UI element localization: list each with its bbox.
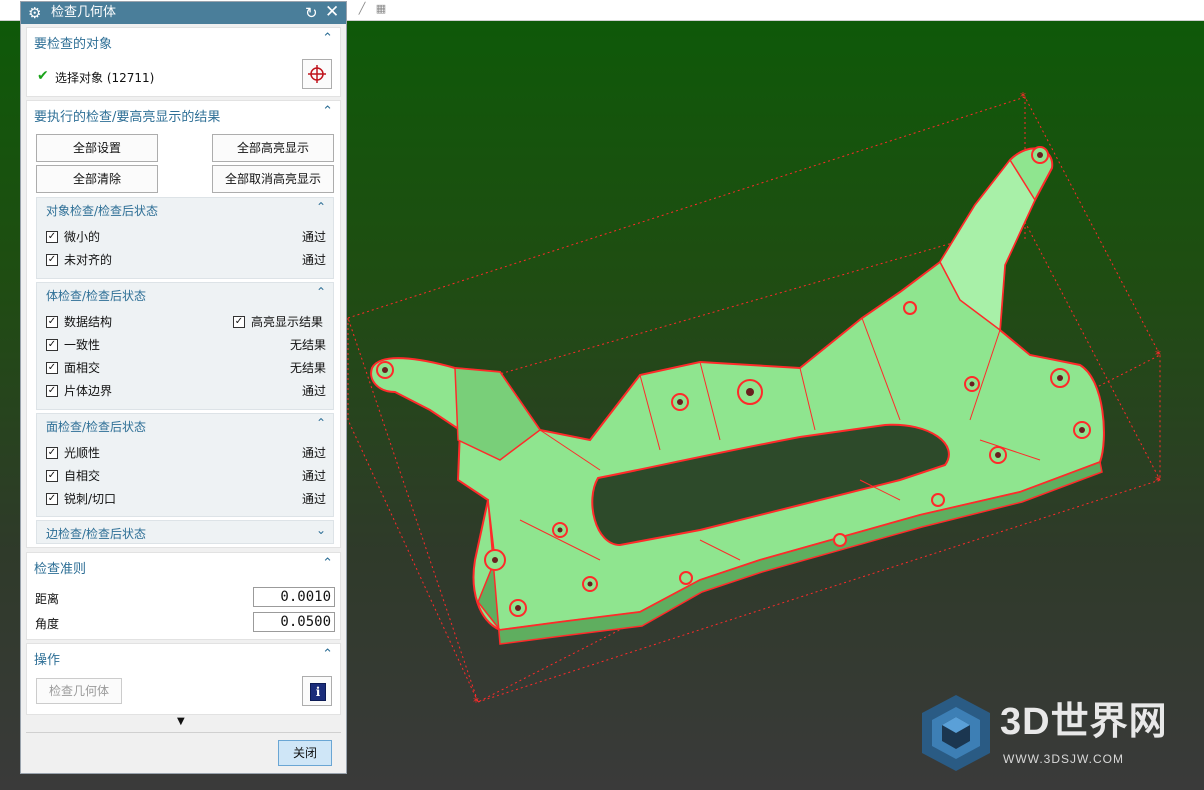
check-row-data-structure[interactable]: ✓ 数据结构 ✓ 高亮显示结果 xyxy=(46,315,326,331)
gear-icon: ⚙ xyxy=(28,4,42,22)
check-label: 微小的 xyxy=(64,230,101,244)
checkbox[interactable]: ✓ xyxy=(46,493,58,505)
check-row-sheet-boundary[interactable]: ✓ 片体边界 通过 xyxy=(46,384,326,400)
close-button[interactable]: 关闭 xyxy=(278,740,332,766)
criteria-section: 检查准则 ⌃ 距离 0.0010 角度 0.0500 xyxy=(26,552,341,640)
chevron-up-icon[interactable]: ⌃ xyxy=(322,647,333,662)
check-label: 面相交 xyxy=(64,361,101,375)
section-title: 检查准则 xyxy=(34,562,87,577)
check-label: 锐刺/切口 xyxy=(64,492,117,506)
select-objects-section: 要检查的对象 ⌃ ✔ 选择对象 (12711) xyxy=(26,27,341,97)
check-label: 未对齐的 xyxy=(64,253,113,267)
check-status: 通过 xyxy=(301,230,326,244)
select-object-button[interactable] xyxy=(302,59,332,89)
check-label: 一致性 xyxy=(64,338,101,352)
unhighlight-all-button[interactable]: 全部取消高亮显示 xyxy=(212,165,334,193)
group-title: 对象检查/检查后状态 xyxy=(46,204,159,218)
check-label: 片体边界 xyxy=(64,384,113,398)
group-title: 面检查/检查后状态 xyxy=(46,420,147,434)
chevron-up-icon[interactable]: ⌃ xyxy=(322,31,333,46)
clear-all-button[interactable]: 全部清除 xyxy=(36,165,158,193)
check-status: 通过 xyxy=(301,253,326,267)
angle-label: 角度 xyxy=(35,617,60,631)
dialog-title-bar[interactable]: ⚙ 检查几何体 ↻ ✕ xyxy=(21,2,346,24)
checkbox[interactable]: ✓ xyxy=(46,447,58,459)
angle-field[interactable]: 0.0500 xyxy=(253,612,335,632)
check-label: 自相交 xyxy=(64,469,101,483)
brand-name: 3D世界网 xyxy=(1000,701,1168,743)
checkbox[interactable]: ✓ xyxy=(46,362,58,374)
distance-label: 距离 xyxy=(35,592,60,606)
info-icon: i xyxy=(310,683,326,701)
chevron-up-icon[interactable]: ⌃ xyxy=(316,200,326,214)
svg-text:*: * xyxy=(473,695,479,709)
highlight-results-label: 高亮显示结果 xyxy=(251,315,324,329)
check-label: 数据结构 xyxy=(64,315,113,329)
info-button[interactable]: i xyxy=(302,676,332,706)
checkbox[interactable]: ✓ xyxy=(46,231,58,243)
check-geometry-button[interactable]: 检查几何体 xyxy=(36,678,122,704)
chevron-up-icon[interactable]: ⌃ xyxy=(322,556,333,571)
svg-text:*: * xyxy=(1155,474,1161,488)
section-title: 要执行的检查/要高亮显示的结果 xyxy=(34,110,221,125)
distance-field[interactable]: 0.0010 xyxy=(253,587,335,607)
body-checks-group: 体检查/检查后状态 ⌃ ✓ 数据结构 ✓ 高亮显示结果 ✓ 一致性 无结果 ✓ … xyxy=(36,282,334,410)
check-status: 无结果 xyxy=(289,338,326,352)
checkbox[interactable]: ✓ xyxy=(46,339,58,351)
chevron-up-icon[interactable]: ⌃ xyxy=(316,416,326,430)
chevron-up-icon[interactable]: ⌃ xyxy=(322,104,333,119)
chevron-up-icon[interactable]: ⌃ xyxy=(316,285,326,299)
crosshair-icon xyxy=(308,65,326,83)
checks-section: 要执行的检查/要高亮显示的结果 ⌃ 全部设置 全部高亮显示 全部清除 全部取消高… xyxy=(26,100,341,548)
group-title: 边检查/检查后状态 xyxy=(46,527,147,541)
check-row-tiny[interactable]: ✓ 微小的 通过 xyxy=(46,230,326,246)
chevron-down-icon[interactable]: ⌄ xyxy=(316,523,326,537)
selection-label: 选择对象 (12711) xyxy=(55,71,155,85)
group-title: 体检查/检查后状态 xyxy=(46,289,147,303)
set-all-button[interactable]: 全部设置 xyxy=(36,134,158,162)
check-row-smoothness[interactable]: ✓ 光顺性 通过 xyxy=(46,446,326,462)
checkmark-icon: ✔ xyxy=(37,68,49,84)
check-row-misaligned[interactable]: ✓ 未对齐的 通过 xyxy=(46,253,326,269)
divider xyxy=(26,732,341,733)
close-icon[interactable]: ✕ xyxy=(325,3,339,22)
check-row-spikes-cuts[interactable]: ✓ 锐刺/切口 通过 xyxy=(46,492,326,508)
checkbox[interactable]: ✓ xyxy=(46,316,58,328)
expand-arrow-icon[interactable]: ▼ xyxy=(177,716,185,727)
brand-logo xyxy=(922,695,990,771)
check-row-face-intersect[interactable]: ✓ 面相交 无结果 xyxy=(46,361,326,377)
check-label: 光顺性 xyxy=(64,446,101,460)
checkbox[interactable]: ✓ xyxy=(46,254,58,266)
check-status: 通过 xyxy=(301,446,326,460)
highlight-results-checkbox[interactable]: ✓ xyxy=(233,316,245,328)
operation-section: 操作 ⌃ 检查几何体 i xyxy=(26,643,341,715)
face-checks-group: 面检查/检查后状态 ⌃ ✓ 光顺性 通过 ✓ 自相交 通过 ✓ 锐刺/切口 通过 xyxy=(36,413,334,517)
check-status: 通过 xyxy=(301,384,326,398)
check-row-consistency[interactable]: ✓ 一致性 无结果 xyxy=(46,338,326,354)
section-title: 操作 xyxy=(34,653,61,668)
check-status: 通过 xyxy=(301,492,326,506)
checkbox[interactable]: ✓ xyxy=(46,385,58,397)
svg-text:*: * xyxy=(1020,90,1026,104)
section-title: 要检查的对象 xyxy=(34,37,113,52)
highlight-all-button[interactable]: 全部高亮显示 xyxy=(212,134,334,162)
check-row-self-intersect[interactable]: ✓ 自相交 通过 xyxy=(46,469,326,485)
check-geometry-dialog: ⚙ 检查几何体 ↻ ✕ 要检查的对象 ⌃ ✔ 选择对象 (12711) 要执行的… xyxy=(20,1,347,774)
object-checks-group: 对象检查/检查后状态 ⌃ ✓ 微小的 通过 ✓ 未对齐的 通过 xyxy=(36,197,334,279)
edge-checks-group[interactable]: 边检查/检查后状态 ⌄ xyxy=(36,520,334,544)
brand-url: WWW.3DSJW.COM xyxy=(1003,752,1124,766)
check-status: 通过 xyxy=(301,469,326,483)
subframe-body[interactable] xyxy=(370,146,1105,645)
reset-icon[interactable]: ↻ xyxy=(305,4,318,22)
checkbox[interactable]: ✓ xyxy=(46,470,58,482)
svg-text:*: * xyxy=(1155,348,1161,362)
check-status: 无结果 xyxy=(289,361,326,375)
dialog-title: 检查几何体 xyxy=(51,5,117,20)
